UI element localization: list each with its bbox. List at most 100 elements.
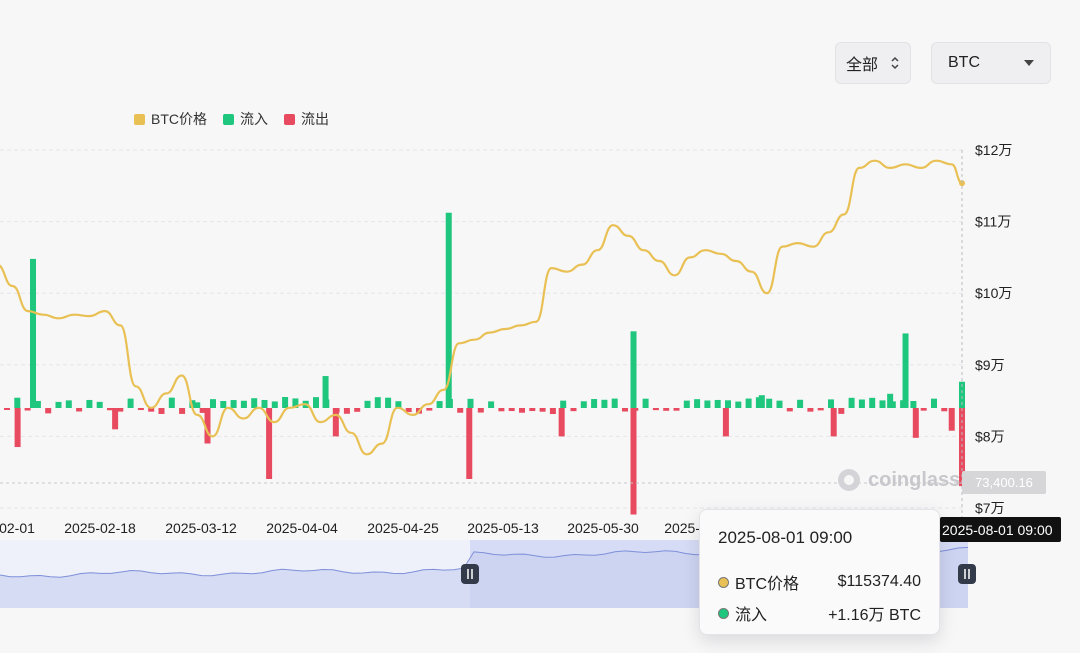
outflow-bar [466,408,473,479]
outflow-bar [4,408,10,410]
inflow-bar [902,333,909,408]
inflow-bar [220,400,227,408]
inflow-bar [758,395,765,408]
outflow-bar [14,408,21,448]
inflow-bar [580,401,587,408]
tooltip-dot-inflow [718,607,729,619]
y-tick-label: $8万 [975,428,1005,444]
outflow-bar [498,408,505,412]
outflow-bar [457,408,464,413]
chart-tooltip: 2025-08-01 09:00 BTC价格 $115374.40 流入 +1.… [699,509,940,635]
outflow-bar [45,408,52,414]
outflow-bar [673,408,680,411]
crosshair-x-label: 2025-08-01 09:00 [940,517,1061,542]
tooltip-label-inflow: 流入 [735,607,768,624]
inflow-bar [374,397,381,408]
tooltip-value-inflow: +1.16万 BTC [828,607,921,624]
inflow-bar [271,401,278,408]
x-tick-label: 2025-02-18 [64,520,136,536]
inflow-bar [127,398,134,408]
tooltip-row-inflow: 流入 +1.16万 BTC [718,601,921,625]
crosshair-y-label: 73,400.16 [962,471,1046,494]
x-tick-label: 02-01 [0,520,35,536]
outflow-bar [786,408,793,412]
outflow-bar [477,408,484,413]
inflow-bar [714,399,721,408]
inflow-bar [86,399,93,408]
coinglass-logo-icon [838,469,860,491]
tooltip-row-price: BTC价格 $115374.40 [718,570,921,594]
inflow-bar [611,398,618,408]
inflow-bar [858,399,865,408]
x-axis-ticks: 02-01 2025-02-18 2025-03-12 2025-04-04 2025-… [0,520,736,536]
inflow-bar [869,397,876,408]
outflow-bar [807,408,814,412]
outflow-bar [332,408,339,437]
inflow-bar [55,401,62,408]
inflow-bar [560,400,567,408]
outflow-bar [112,408,119,430]
inflow-bar [210,399,216,408]
outflow-bar [354,408,361,412]
outflow-bar [941,408,948,412]
outflow-bar [920,408,927,411]
y-tick-label: $7万 [975,500,1005,516]
x-tick-label: 2025-04-25 [367,520,439,536]
outflow-bar [76,408,83,412]
inflow-bar [65,400,72,408]
outflow-bar [107,408,113,411]
tooltip-date: 2025-08-01 09:00 [718,528,853,547]
inflow-bar [322,376,329,408]
inflow-bar [735,401,742,408]
inflow-bar [467,398,474,408]
x-tick-label: 2025-04-04 [266,520,338,536]
outflow-bar [558,408,565,437]
watermark: coinglass [836,467,960,493]
inflow-bar [704,400,711,408]
y-tick-label: $10万 [975,285,1012,301]
outflow-bar [722,408,729,437]
outflow-bar [622,408,628,412]
x-tick-label: 2025-05-30 [567,520,639,536]
watermark-text: coinglass [868,468,961,491]
outflow-bar [137,408,144,411]
y-tick-label: $12万 [975,142,1012,158]
outflow-bar [24,408,31,411]
inflow-bar [436,401,443,408]
inflow-bar [282,397,289,408]
inflow-bar [364,400,371,408]
outflow-bar [426,408,433,411]
outflow-bar [817,408,824,411]
outflow-bar [117,408,124,412]
inflow-bar [313,397,319,408]
outflow-bar [912,408,919,438]
inflow-bar [683,400,690,408]
inflow-bar [14,397,21,408]
inflow-bar [601,399,608,408]
inflow-bar [879,400,886,408]
inflow-bar [251,398,258,408]
outflow-bar [519,408,525,413]
navigator-handle[interactable] [958,564,976,584]
inflow-bar [910,400,917,408]
inflow-bar [776,400,783,408]
outflow-bar [549,408,556,415]
outflow-bar [179,408,186,414]
inflow-bar [591,399,598,408]
inflow-bar [766,398,773,408]
tooltip-value-price: $115374.40 [837,573,921,590]
outflow-bar [158,408,165,414]
inflow-bar [30,258,36,408]
y-axis-ticks: $12万 $11万 $10万 $9万 $8万 $7万 [975,142,1012,516]
flow-bars [4,212,965,515]
outflow-bar [529,408,536,412]
inflow-bar [168,397,175,408]
inflow-bar [887,393,894,408]
inflow-bar [385,397,392,408]
inflow-bar [630,331,637,408]
inflow-bar [194,402,201,408]
inflow-bar [828,399,834,408]
outflow-bar [539,408,546,412]
navigator-handle[interactable] [461,564,479,584]
crosshair [0,150,963,520]
